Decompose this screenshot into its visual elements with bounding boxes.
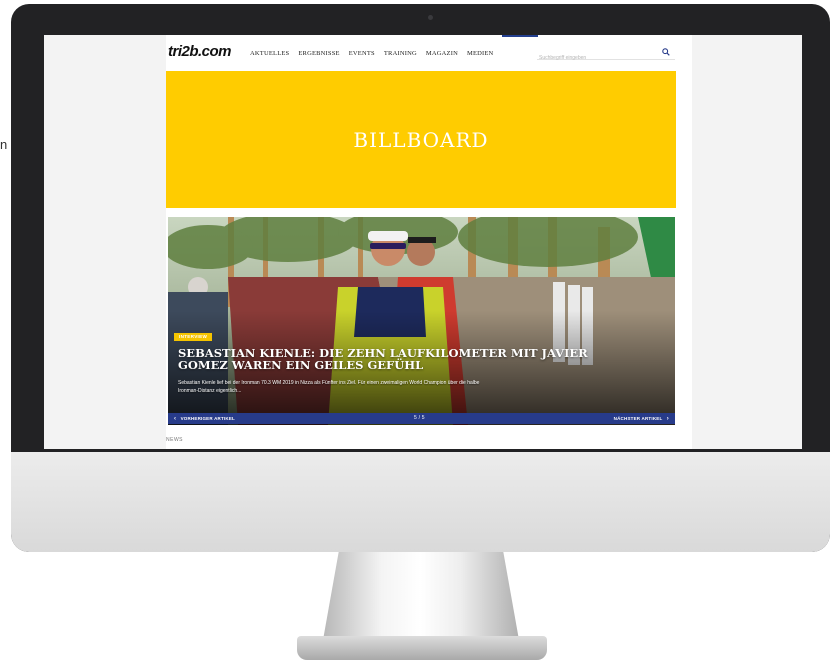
- monitor-base: [297, 636, 547, 660]
- search-input[interactable]: [537, 52, 651, 64]
- next-article-label: NÄCHSTER ARTIKEL: [613, 416, 663, 421]
- main-nav: AKTUELLES ERGEBNISSE EVENTS TRAINING MAG…: [250, 50, 493, 57]
- monitor-screen: tri2b.com AKTUELLES ERGEBNISSE EVENTS TR…: [44, 35, 802, 449]
- camera-dot: [428, 15, 433, 20]
- nav-item-events[interactable]: EVENTS: [349, 50, 375, 57]
- website-page: tri2b.com AKTUELLES ERGEBNISSE EVENTS TR…: [166, 35, 692, 449]
- billboard-ad[interactable]: BILLBOARD: [166, 71, 676, 208]
- category-badge[interactable]: INTERVIEW: [174, 333, 213, 341]
- site-logo[interactable]: tri2b.com: [168, 43, 232, 60]
- chevron-right-icon: ›: [666, 416, 669, 422]
- slider-navigation: ‹ VORHERIGER ARTIKEL 5 / 5 NÄCHSTER ARTI…: [168, 413, 675, 424]
- hero-headline[interactable]: SEBASTIAN KIENLE: DIE ZEHN LAUFKILOMETER…: [178, 347, 598, 371]
- next-article-button[interactable]: NÄCHSTER ARTIKEL ›: [614, 413, 669, 425]
- monitor-stand: [323, 552, 519, 640]
- nav-item-ergebnisse[interactable]: ERGEBNISSE: [298, 50, 339, 57]
- hero-teaser: Sebastian Kienle lief bei der Ironman 70…: [178, 380, 480, 394]
- nav-item-medien[interactable]: MEDIEN: [467, 50, 493, 57]
- search-icon[interactable]: [661, 47, 671, 57]
- search-box: [537, 46, 675, 64]
- hero-slide[interactable]: INTERVIEW SEBASTIAN KIENLE: DIE ZEHN LAU…: [168, 217, 675, 425]
- chevron-left-icon: ‹: [174, 416, 177, 422]
- billboard-label: BILLBOARD: [353, 127, 489, 152]
- cut-off-text: n: [0, 137, 8, 152]
- monitor-chin: [11, 452, 830, 552]
- prev-article-label: VORHERIGER ARTIKEL: [180, 416, 235, 421]
- prev-article-button[interactable]: ‹ VORHERIGER ARTIKEL: [174, 413, 235, 425]
- slide-counter: 5 / 5: [414, 415, 425, 421]
- site-header: tri2b.com AKTUELLES ERGEBNISSE EVENTS TR…: [166, 35, 692, 67]
- nav-item-magazin[interactable]: MAGAZIN: [426, 50, 458, 57]
- nav-item-aktuelles[interactable]: AKTUELLES: [250, 50, 289, 57]
- news-section-label: NEWS: [166, 437, 183, 443]
- nav-item-training[interactable]: TRAINING: [384, 50, 417, 57]
